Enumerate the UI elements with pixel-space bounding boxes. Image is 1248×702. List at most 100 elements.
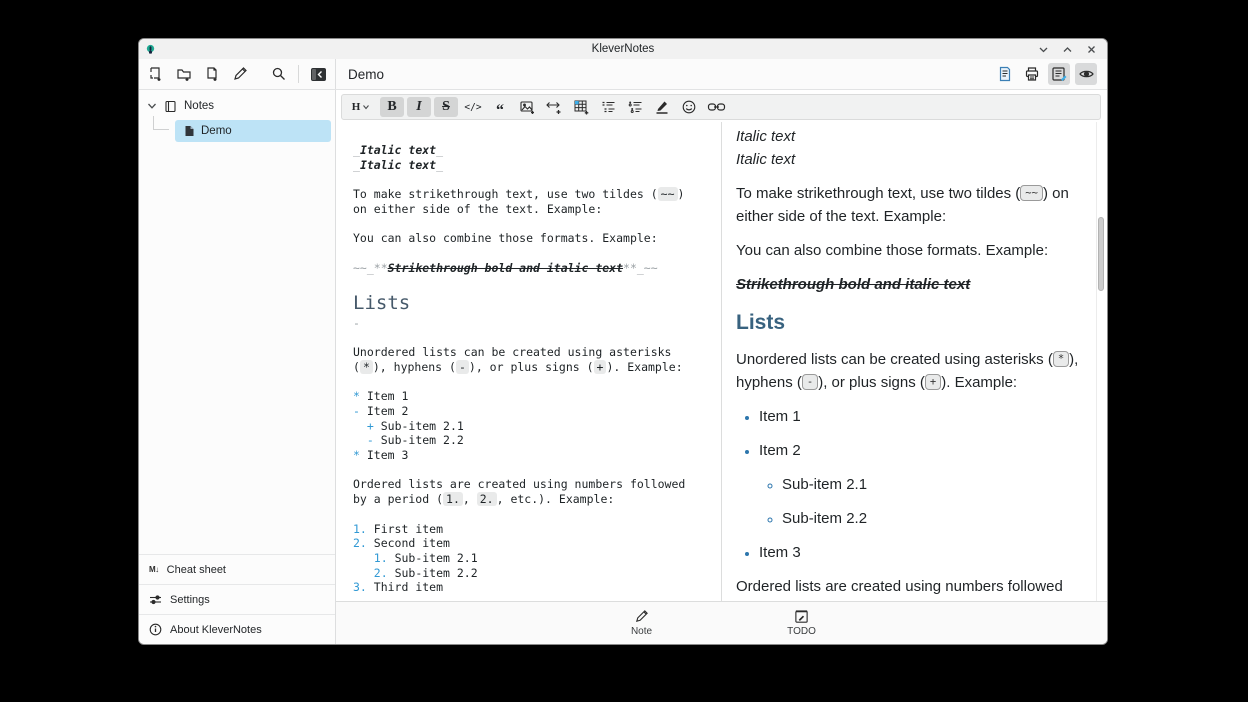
bottom-tab-bar: Note TODO	[336, 601, 1107, 644]
editor-line: 1. First item	[353, 522, 713, 537]
code-label: </>	[464, 102, 481, 113]
italic-button[interactable]: I	[407, 97, 431, 117]
search-button[interactable]	[268, 63, 290, 85]
strikethrough-label: S	[442, 99, 450, 115]
rename-button[interactable]	[229, 63, 251, 85]
cheat-sheet-label: Cheat sheet	[167, 564, 226, 576]
header-toolbar: Demo	[139, 59, 1107, 90]
heading-label: H	[352, 101, 361, 113]
editor-mode-button[interactable]	[1048, 63, 1070, 85]
cheat-sheet-button[interactable]: M↓ Cheat sheet	[139, 554, 335, 584]
sliders-icon	[149, 594, 162, 605]
editor-line: + Sub-item 2.1	[353, 419, 713, 434]
preview-scrollbar[interactable]	[1096, 122, 1105, 601]
highlight-button[interactable]	[650, 97, 674, 117]
tree-item-demo[interactable]: Demo	[175, 120, 331, 142]
editor-line: 2. Sub-item 2.2	[353, 566, 713, 581]
collapse-sidebar-button[interactable]	[307, 63, 329, 85]
preview-list: Item 1Item 2Sub-item 2.1Sub-item 2.2Item…	[736, 405, 1081, 564]
print-button[interactable]	[1021, 63, 1043, 85]
note-header: Demo	[336, 59, 1107, 89]
pencil-icon	[634, 609, 649, 624]
info-icon	[149, 623, 162, 636]
emoji-button[interactable]	[677, 97, 701, 117]
list-item: Item 1	[759, 405, 1081, 428]
editor-line: Unordered lists can be created using ast…	[353, 345, 713, 360]
new-note-button[interactable]	[201, 63, 223, 85]
editor-line: - Item 2	[353, 404, 713, 419]
preview-heading: Lists	[736, 310, 1081, 336]
preview-paragraph: Ordered lists are created using numbers …	[736, 575, 1081, 601]
preview-mode-button[interactable]	[1075, 63, 1097, 85]
editor-line	[353, 375, 713, 390]
link-icon	[545, 99, 563, 115]
tab-note[interactable]: Note	[582, 609, 702, 637]
ordered-list-icon	[600, 99, 617, 115]
preview-scrollbar-thumb[interactable]	[1098, 217, 1104, 291]
editor-line	[353, 172, 713, 187]
new-notebook-button[interactable]	[145, 63, 167, 85]
editor-line	[353, 463, 713, 478]
editor-line	[353, 331, 713, 346]
preview-paragraph: You can also combine those formats. Exam…	[736, 239, 1081, 262]
table-icon	[573, 99, 590, 115]
preview-paragraph: Strikethrough bold and italic text	[736, 273, 1081, 296]
bold-button[interactable]: B	[380, 97, 404, 117]
editor-line: (*), hyphens (-), or plus signs (+). Exa…	[353, 360, 713, 375]
maximize-button[interactable]	[1062, 44, 1073, 55]
editor-line: 1. Sub-item 2.1	[353, 551, 713, 566]
editor-line: ~~_**Strikethrough bold and italic text*…	[353, 261, 713, 276]
markdown-editor[interactable]: _Italic text__Italic text_ To make strik…	[336, 122, 722, 601]
editor-line: by a period (1., 2., etc.). Example:	[353, 492, 713, 507]
preview-sublist: Sub-item 2.1Sub-item 2.2	[759, 473, 1081, 530]
editor-line: To make strikethrough text, use two tild…	[353, 187, 713, 202]
chevron-down-icon	[362, 103, 370, 111]
heading-button[interactable]: H	[345, 97, 377, 117]
tree-item-notes[interactable]: Notes	[139, 95, 335, 117]
tab-note-label: Note	[631, 626, 652, 637]
editor-line	[353, 507, 713, 522]
sidebar-toolbar	[139, 59, 336, 89]
highlight-icon	[654, 99, 670, 115]
main-area: H B I S </> “	[336, 90, 1107, 644]
strikethrough-button[interactable]: S	[434, 97, 458, 117]
editor-line	[353, 246, 713, 261]
sidebar: Notes Demo M↓ Cheat sheet	[139, 90, 336, 644]
note-icon	[184, 125, 195, 137]
editor-heading-line: Lists	[353, 290, 713, 316]
tab-todo[interactable]: TODO	[742, 609, 862, 637]
blockquote-button[interactable]: “	[488, 97, 512, 117]
link-button[interactable]	[542, 97, 566, 117]
editor-line: 2. Second item	[353, 536, 713, 551]
note-title: Demo	[348, 67, 384, 82]
about-button[interactable]: About KleverNotes	[139, 614, 335, 644]
unordered-list-button[interactable]	[623, 97, 647, 117]
table-button[interactable]	[569, 97, 593, 117]
editor-line: You can also combine those formats. Exam…	[353, 231, 713, 246]
list-item: Item 3	[759, 541, 1081, 564]
new-group-button[interactable]	[173, 63, 195, 85]
app-window: KleverNotes	[138, 38, 1108, 645]
quote-label: “	[496, 100, 504, 115]
text-document-button[interactable]	[994, 63, 1016, 85]
chevron-down-icon[interactable]	[147, 101, 157, 111]
tree-connector-line	[153, 116, 169, 130]
emoji-icon	[681, 99, 697, 115]
format-toolbar: H B I S </> “	[341, 94, 1101, 120]
linked-note-button[interactable]	[704, 97, 728, 117]
minimize-button[interactable]	[1038, 44, 1049, 55]
linked-note-icon	[707, 100, 726, 114]
close-button[interactable]	[1086, 44, 1097, 55]
ordered-list-button[interactable]	[596, 97, 620, 117]
editor-line: * Item 3	[353, 448, 713, 463]
editor-line: * Item 1	[353, 389, 713, 404]
sidebar-footer: M↓ Cheat sheet Settings About KleverNote…	[139, 554, 335, 644]
settings-button[interactable]: Settings	[139, 584, 335, 614]
preview-paragraph: Italic textItalic text	[736, 125, 1081, 171]
tree-item-label: Demo	[201, 125, 232, 137]
about-label: About KleverNotes	[170, 624, 262, 636]
editor-content: _Italic text__Italic text_ To make strik…	[353, 143, 713, 595]
settings-label: Settings	[170, 594, 210, 606]
image-button[interactable]	[515, 97, 539, 117]
inline-code-button[interactable]: </>	[461, 97, 485, 117]
